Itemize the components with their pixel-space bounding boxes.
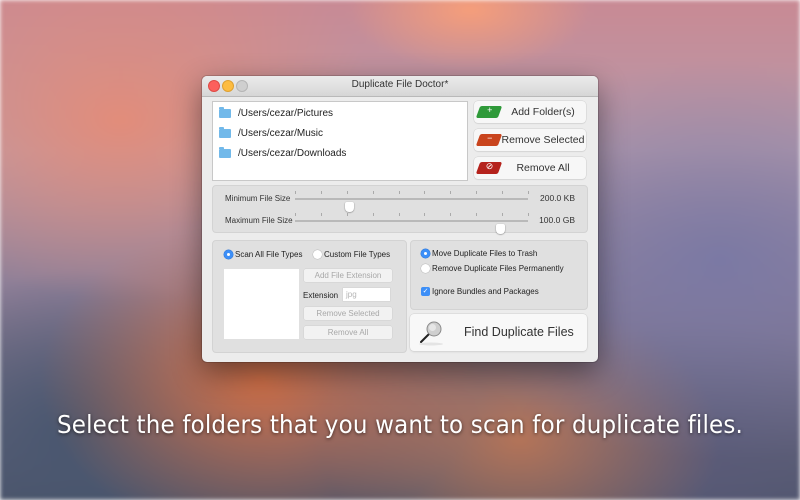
- max-size-slider[interactable]: [295, 220, 528, 234]
- slider-tick: [372, 191, 374, 194]
- max-size-slider-thumb[interactable]: [496, 224, 506, 234]
- remove-permanently-label: Remove Duplicate Files Permanently: [432, 264, 564, 273]
- remove-selected-extension-button[interactable]: Remove Selected: [304, 307, 392, 320]
- slider-tick: [320, 213, 322, 216]
- slider-tick: [450, 213, 452, 216]
- slider-tick: [346, 213, 348, 216]
- custom-types-label: Custom File Types: [324, 250, 391, 259]
- folder-icon: [219, 126, 231, 138]
- min-size-row: Minimum File Size 200.0 KB: [213, 188, 587, 212]
- remove-selected-label: Remove Selected: [501, 134, 585, 146]
- slider-tick: [346, 191, 348, 194]
- move-to-trash-radio[interactable]: Move Duplicate Files to Trash: [421, 249, 538, 259]
- slider-tick: [450, 191, 452, 194]
- folder-list-item[interactable]: /Users/cezar/Pictures: [213, 103, 467, 123]
- remove-all-folders-button[interactable]: ⊘ Remove All: [474, 157, 586, 179]
- options-panel: Move Duplicate Files to Trash Remove Dup…: [410, 240, 588, 310]
- remove-all-extensions-button[interactable]: Remove All: [304, 326, 392, 339]
- remove-selected-folder-button[interactable]: − Remove Selected: [474, 129, 586, 151]
- folder-path: /Users/cezar/Downloads: [238, 147, 347, 159]
- folder-path: /Users/cezar/Music: [238, 127, 324, 139]
- find-duplicate-files-label: Find Duplicate Files: [464, 325, 574, 339]
- folder-list-item[interactable]: /Users/cezar/Music: [213, 123, 467, 143]
- slider-tick: [424, 191, 426, 194]
- slider-tick: [398, 213, 400, 216]
- add-folder-label: Add Folder(s): [511, 106, 575, 118]
- magnifier-icon: [419, 321, 443, 346]
- max-size-value: 100.0 GB: [539, 215, 575, 225]
- folder-list[interactable]: /Users/cezar/Pictures /Users/cezar/Music…: [212, 101, 468, 181]
- min-size-label: Minimum File Size: [225, 193, 291, 203]
- radio-unselected-icon: [421, 264, 430, 274]
- radio-unselected-icon: [313, 250, 322, 260]
- max-size-row: Maximum File Size 100.0 GB: [213, 210, 587, 234]
- folder-icon: [219, 146, 231, 158]
- slider-tick: [502, 213, 504, 216]
- file-types-panel: Scan All File Types Custom File Types Ad…: [212, 240, 407, 353]
- slider-tick: [528, 191, 529, 194]
- checkmark-icon: ✓: [421, 287, 430, 297]
- slider-ticks: [295, 191, 529, 194]
- slider-tick: [476, 213, 478, 216]
- slider-tick: [502, 191, 504, 194]
- radio-selected-icon: [421, 249, 430, 259]
- scan-all-types-radio[interactable]: Scan All File Types: [224, 250, 303, 260]
- slider-tick: [295, 213, 296, 216]
- extension-label: Extension: [303, 291, 339, 300]
- slider-tick: [295, 191, 296, 194]
- min-size-slider[interactable]: [295, 198, 528, 212]
- folder-icon: [219, 106, 231, 118]
- remove-folder-icon: −: [475, 133, 503, 146]
- folder-list-item[interactable]: /Users/cezar/Downloads: [213, 143, 467, 163]
- app-window: Duplicate File Doctor* /Users/cezar/Pict…: [202, 76, 598, 362]
- slider-ticks: [295, 213, 529, 216]
- slider-tick: [424, 213, 426, 216]
- slider-tick: [372, 213, 374, 216]
- radio-selected-icon: [224, 250, 233, 260]
- ignore-bundles-checkbox[interactable]: ✓ Ignore Bundles and Packages: [421, 287, 539, 297]
- move-to-trash-label: Move Duplicate Files to Trash: [432, 249, 538, 258]
- folder-path: /Users/cezar/Pictures: [238, 107, 334, 119]
- title-bar: Duplicate File Doctor*: [202, 76, 598, 97]
- extension-list[interactable]: [224, 269, 299, 339]
- slider-tick: [398, 191, 400, 194]
- ignore-bundles-label: Ignore Bundles and Packages: [432, 287, 539, 296]
- window-title: Duplicate File Doctor*: [351, 79, 449, 90]
- find-duplicate-files-button[interactable]: Find Duplicate Files: [410, 314, 587, 351]
- slider-tick: [320, 191, 322, 194]
- remove-permanently-radio[interactable]: Remove Duplicate Files Permanently: [421, 264, 564, 274]
- add-folder-button[interactable]: + Add Folder(s): [474, 101, 586, 123]
- extension-input[interactable]: jpg: [343, 288, 390, 301]
- max-size-label: Maximum File Size: [225, 215, 293, 225]
- add-folder-icon: +: [475, 105, 503, 118]
- remove-all-label: Remove All: [516, 162, 570, 174]
- file-size-panel: Minimum File Size 200.0 KB Maximum File …: [212, 185, 588, 234]
- add-file-extension-button[interactable]: Add File Extension: [304, 269, 392, 282]
- marketing-caption: Select the folders that you want to scan…: [56, 410, 744, 439]
- min-size-value: 200.0 KB: [540, 193, 575, 203]
- remove-all-icon: ⊘: [475, 161, 503, 174]
- custom-types-radio[interactable]: Custom File Types: [313, 250, 391, 260]
- slider-tick: [528, 213, 529, 216]
- scan-all-types-label: Scan All File Types: [235, 250, 303, 259]
- slider-tick: [476, 191, 478, 194]
